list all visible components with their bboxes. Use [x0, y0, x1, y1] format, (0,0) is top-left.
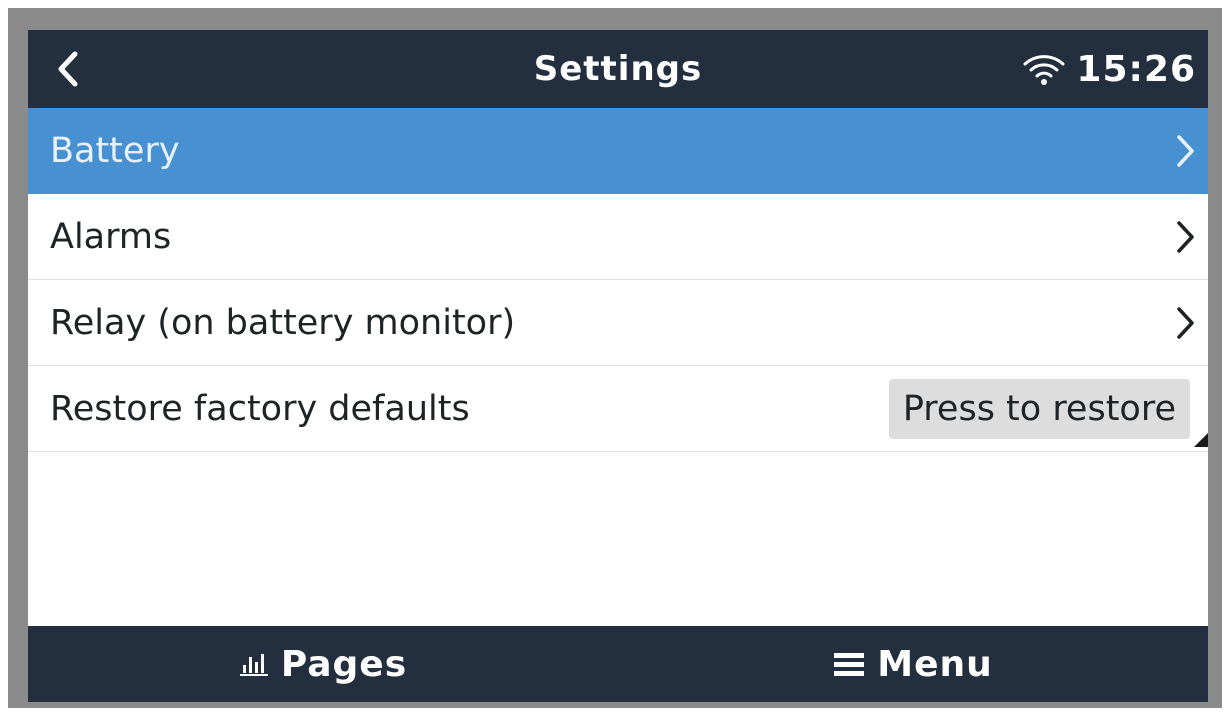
menu-item-restore-defaults: Restore factory defaults Press to restor…	[28, 366, 1208, 452]
pages-label: Pages	[280, 643, 408, 685]
back-button[interactable]	[48, 48, 88, 90]
edit-indicator-icon	[1194, 433, 1208, 447]
settings-list: Battery Alarms Relay (on battery monitor…	[28, 108, 1208, 452]
device-screen: Settings 15:26 Battery Alarms Relay (on …	[28, 30, 1208, 702]
bottom-bar: Pages Menu	[28, 626, 1208, 702]
menu-button[interactable]: Menu	[618, 626, 1208, 702]
menu-item-label: Relay (on battery monitor)	[50, 302, 516, 343]
status-area: 15:26	[1022, 30, 1196, 108]
menu-item-alarms[interactable]: Alarms	[28, 194, 1208, 280]
press-to-restore-button[interactable]: Press to restore	[888, 379, 1190, 439]
chevron-right-icon	[1177, 306, 1194, 339]
menu-item-label: Alarms	[50, 216, 172, 257]
pages-button[interactable]: Pages	[28, 626, 618, 702]
menu-item-relay[interactable]: Relay (on battery monitor)	[28, 280, 1208, 366]
menu-label: Menu	[877, 643, 993, 685]
menu-item-label: Battery	[50, 130, 180, 171]
clock: 15:26	[1076, 48, 1196, 90]
chevron-left-icon	[58, 51, 78, 87]
menu-item-battery[interactable]: Battery	[28, 108, 1208, 194]
bar-chart-icon	[239, 654, 268, 676]
chevron-right-icon	[1177, 220, 1194, 253]
wifi-icon	[1023, 55, 1065, 85]
hamburger-menu-icon	[834, 653, 865, 676]
chevron-right-icon	[1177, 134, 1194, 167]
menu-item-label: Restore factory defaults	[50, 388, 470, 429]
top-bar: Settings 15:26	[28, 30, 1208, 108]
